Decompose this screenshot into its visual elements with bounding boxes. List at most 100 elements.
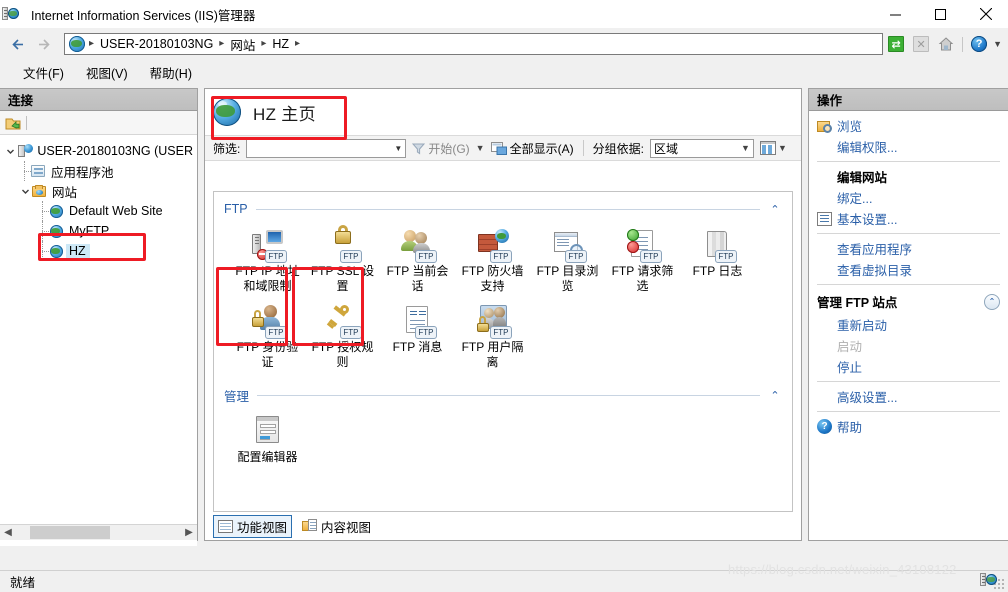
- tile-label: FTP 当前会话: [386, 264, 449, 293]
- group-by-select[interactable]: 区域 ▼: [649, 138, 754, 158]
- ftp-authorization-rules-icon: FTP: [326, 304, 362, 339]
- scroll-left-icon[interactable]: ◀: [0, 525, 16, 540]
- maximize-button[interactable]: [918, 0, 963, 28]
- collapse-icon[interactable]: ⌃: [984, 293, 1000, 310]
- tile-ftp-request-filtering[interactable]: FTP FTP 请求筛选: [605, 224, 680, 300]
- connect-to-server-icon[interactable]: [5, 115, 21, 131]
- home-icon[interactable]: [935, 33, 957, 55]
- breadcrumb-item-hz[interactable]: HZ: [268, 37, 293, 51]
- stop-icon[interactable]: ✕: [910, 33, 932, 55]
- action-view-virtual-directories[interactable]: 查看虚拟目录: [809, 259, 1008, 280]
- tab-features-view[interactable]: 功能视图: [213, 514, 293, 538]
- action-restart[interactable]: 重新启动: [809, 314, 1008, 335]
- tile-ftp-messages[interactable]: FTP FTP 消息: [380, 300, 455, 376]
- tree-node-myftp[interactable]: MyFTP: [4, 221, 197, 241]
- window-controls: [873, 0, 1008, 28]
- refresh-icon[interactable]: ⇄: [885, 33, 907, 55]
- tile-ftp-current-sessions[interactable]: FTP FTP 当前会话: [380, 224, 455, 300]
- action-edit-permissions[interactable]: 编辑权限...: [809, 136, 1008, 157]
- close-button[interactable]: [963, 0, 1008, 28]
- chevron-down-icon[interactable]: [18, 187, 32, 196]
- ftp-badge: FTP: [265, 250, 287, 263]
- tile-label: FTP 用户隔离: [461, 340, 524, 369]
- breadcrumb-separator: ▸: [219, 38, 225, 49]
- tree-connector: [36, 241, 49, 261]
- tree-node-sites[interactable]: 网站: [4, 181, 197, 201]
- ftp-firewall-support-icon: FTP: [476, 228, 512, 263]
- chevron-down-icon[interactable]: ▼: [741, 143, 750, 153]
- scroll-thumb[interactable]: [30, 526, 110, 539]
- ftp-badge: FTP: [265, 326, 287, 339]
- filter-go-dropdown-icon[interactable]: ▼: [476, 143, 485, 153]
- tile-configuration-editor[interactable]: 配置编辑器: [230, 410, 305, 471]
- breadcrumb-bar[interactable]: ▸ USER-20180103NG ▸ 网站 ▸ HZ ▸: [64, 33, 884, 55]
- tile-ftp-authentication[interactable]: FTP FTP 身份验证: [230, 300, 305, 376]
- basic-settings-icon: [817, 211, 837, 226]
- chevron-down-icon[interactable]: ▼: [394, 144, 402, 153]
- menu-bar: 文件(F) 视图(V) 帮助(H): [0, 60, 1008, 84]
- address-toolbar: ⇄ ✕ ? ▼: [885, 33, 1008, 55]
- chevron-down-icon[interactable]: ▼: [778, 143, 787, 153]
- forward-button[interactable]: [31, 33, 56, 55]
- group-by-value: 区域: [653, 141, 678, 156]
- connections-tree[interactable]: USER-20180103NG (USER 应用程序池 网站 Default W…: [0, 135, 197, 546]
- filter-input[interactable]: ▼: [246, 138, 407, 158]
- tile-ftp-ip-address-restrictions[interactable]: FTP FTP IP 地址和域限制: [230, 224, 305, 300]
- tile-ftp-authorization-rules[interactable]: FTP FTP 授权规则: [305, 300, 380, 376]
- filter-go-button[interactable]: 开始(G): [412, 140, 470, 157]
- menu-file[interactable]: 文件(F): [12, 60, 75, 85]
- help-dropdown-icon[interactable]: ▼: [993, 39, 1002, 49]
- filter-toolbar: 筛选: ▼ 开始(G) ▼ 全部显示(A) 分组依据: 区域 ▼ ▼: [205, 135, 801, 161]
- status-text: 就绪: [10, 576, 36, 590]
- tile-label: FTP SSL 设置: [310, 264, 375, 293]
- view-mode-button[interactable]: ▼: [759, 141, 787, 155]
- tab-content-view[interactable]: 内容视图: [298, 516, 375, 537]
- tree-node-hz[interactable]: HZ: [4, 241, 197, 261]
- ftp-logging-icon: FTP: [701, 228, 737, 263]
- menu-help[interactable]: 帮助(H): [139, 60, 203, 85]
- collapse-icon[interactable]: ⌃: [768, 389, 782, 402]
- navigation-arrows: [6, 33, 56, 55]
- ftp-badge: FTP: [415, 250, 437, 263]
- tree-label-server: USER-20180103NG (USER: [37, 144, 193, 158]
- menu-view[interactable]: 视图(V): [75, 60, 139, 85]
- action-start[interactable]: 启动: [809, 335, 1008, 356]
- minimize-button[interactable]: [873, 0, 918, 28]
- action-help[interactable]: ? 帮助: [809, 416, 1008, 437]
- action-advanced-settings[interactable]: 高级设置...: [809, 386, 1008, 407]
- breadcrumb-item-sites[interactable]: 网站: [226, 35, 259, 54]
- tree-node-app-pools[interactable]: 应用程序池: [4, 161, 197, 181]
- tree-node-server[interactable]: USER-20180103NG (USER: [4, 141, 197, 161]
- action-label: 查看虚拟目录: [837, 264, 913, 278]
- scroll-right-icon[interactable]: ▶: [181, 525, 197, 540]
- ftp-ssl-settings-icon: FTP: [326, 225, 362, 263]
- help-icon[interactable]: ?: [968, 33, 990, 55]
- action-bindings[interactable]: 绑定...: [809, 187, 1008, 208]
- tile-ftp-firewall-support[interactable]: FTP FTP 防火墙支持: [455, 224, 530, 300]
- ftp-tiles: FTP FTP IP 地址和域限制 FTP FTP SSL 设置 FTP FTP…: [224, 220, 782, 378]
- action-stop[interactable]: 停止: [809, 356, 1008, 377]
- feature-group-management: 管理 ⌃ 配置编辑器: [214, 384, 792, 473]
- group-title-ftp: FTP: [224, 202, 248, 216]
- back-button[interactable]: [6, 33, 31, 55]
- tile-ftp-directory-browsing[interactable]: FTP FTP 目录浏览: [530, 224, 605, 300]
- tile-ftp-logging[interactable]: FTP FTP 日志: [680, 224, 755, 300]
- tile-ftp-user-isolation[interactable]: FTP FTP 用户隔离: [455, 300, 530, 376]
- group-by-label: 分组依据:: [592, 141, 644, 156]
- connections-horizontal-scrollbar[interactable]: ◀ ▶: [0, 524, 197, 540]
- tree-connector: [18, 161, 31, 181]
- tab-label: 内容视图: [321, 520, 372, 535]
- ftp-badge: FTP: [340, 326, 362, 339]
- collapse-icon[interactable]: ⌃: [768, 203, 782, 216]
- ftp-badge: FTP: [415, 326, 437, 339]
- chevron-down-icon[interactable]: [4, 147, 18, 156]
- breadcrumb-item-server[interactable]: USER-20180103NG: [96, 37, 217, 51]
- action-view-applications[interactable]: 查看应用程序: [809, 238, 1008, 259]
- action-browse[interactable]: 浏览: [809, 115, 1008, 136]
- tree-node-default-web-site[interactable]: Default Web Site: [4, 201, 197, 221]
- tile-ftp-ssl-settings[interactable]: FTP FTP SSL 设置: [305, 224, 380, 300]
- scroll-track[interactable]: [16, 525, 181, 540]
- show-all-button[interactable]: 全部显示(A): [490, 140, 574, 157]
- actions-header: 操作: [809, 89, 1008, 111]
- action-basic-settings[interactable]: 基本设置...: [809, 208, 1008, 229]
